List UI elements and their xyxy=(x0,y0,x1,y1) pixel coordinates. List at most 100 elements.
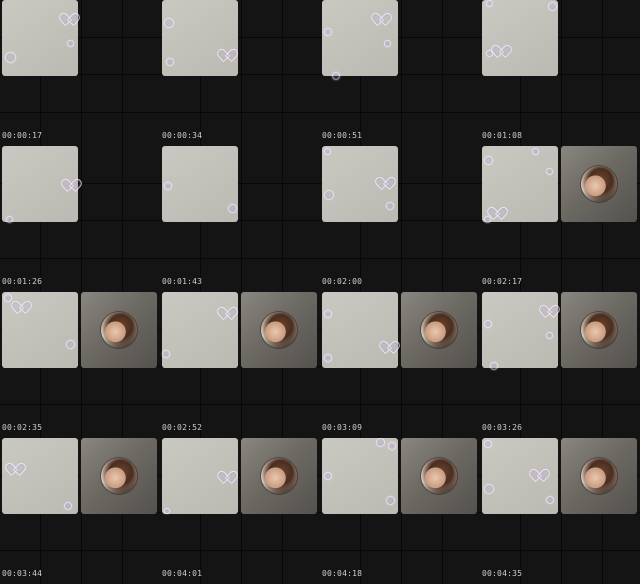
thumbnail-cell[interactable]: 00:00:34 xyxy=(160,0,320,146)
bubble-icon xyxy=(228,204,237,213)
thumbnail-cell[interactable]: 00:04:01 xyxy=(160,438,320,584)
background-tile xyxy=(242,367,282,404)
thumbnail-cell[interactable]: 00:01:08 xyxy=(480,0,640,146)
background-tile xyxy=(201,112,241,146)
bubble-icon xyxy=(162,350,170,358)
background-tile xyxy=(82,0,122,37)
background-tile xyxy=(41,513,81,550)
avatar xyxy=(421,312,457,348)
thumbnail-cell[interactable]: 00:02:52 xyxy=(160,292,320,438)
thumbnail-cell[interactable]: 00:02:35 xyxy=(0,292,160,438)
thumbnail-cell[interactable]: 00:00:17 xyxy=(0,0,160,146)
bubble-icon xyxy=(384,40,391,47)
background-tile xyxy=(443,258,480,292)
video-frame-thumbnail[interactable] xyxy=(322,292,398,368)
webcam-frame-thumbnail[interactable] xyxy=(241,438,317,514)
background-tile xyxy=(82,550,122,584)
bubble-icon xyxy=(4,294,12,302)
bubble-icon xyxy=(386,496,395,505)
webcam-frame-thumbnail[interactable] xyxy=(81,292,157,368)
background-tile xyxy=(603,0,640,37)
avatar xyxy=(261,458,297,494)
background-tile xyxy=(242,513,282,550)
background-tile xyxy=(402,112,442,146)
thumbnail-cell[interactable]: 00:03:09 xyxy=(320,292,480,438)
background-tile xyxy=(123,37,160,74)
background-tile xyxy=(443,550,480,584)
video-frame-thumbnail[interactable] xyxy=(162,292,238,368)
webcam-frame-thumbnail[interactable] xyxy=(401,438,477,514)
thumbnail-cell[interactable]: 00:04:35 xyxy=(480,438,640,584)
background-tile xyxy=(603,75,640,112)
background-tile xyxy=(402,550,442,584)
bubble-icon xyxy=(67,40,74,47)
timestamp-label: 00:03:44 xyxy=(2,569,43,578)
video-frame-thumbnail[interactable] xyxy=(2,438,78,514)
background-tile xyxy=(201,404,241,438)
background-tile xyxy=(603,112,640,146)
bubble-icon xyxy=(546,168,553,175)
background-tile xyxy=(443,221,480,258)
background-tile xyxy=(283,146,320,183)
video-frame-thumbnail[interactable] xyxy=(322,146,398,222)
video-frame-thumbnail[interactable] xyxy=(162,0,238,76)
background-tile xyxy=(603,221,640,258)
thumbnail-cell[interactable]: 00:02:00 xyxy=(320,146,480,292)
heart-bubble-icon xyxy=(542,300,554,311)
video-frame-thumbnail[interactable] xyxy=(2,146,78,223)
bubble-icon xyxy=(64,502,72,510)
webcam-frame-thumbnail[interactable] xyxy=(401,292,477,368)
video-frame-thumbnail[interactable] xyxy=(2,292,78,368)
background-tile xyxy=(480,221,520,258)
background-tile xyxy=(480,404,520,438)
background-tile xyxy=(160,367,200,404)
background-tile xyxy=(283,0,320,37)
background-tile xyxy=(242,37,282,74)
heart-bubble-icon xyxy=(220,466,232,477)
avatar xyxy=(421,458,457,494)
background-tile xyxy=(562,0,602,37)
timestamp-label: 00:02:52 xyxy=(162,423,203,432)
bubble-icon xyxy=(5,52,16,63)
video-frame-thumbnail[interactable] xyxy=(482,438,558,514)
timestamp-label: 00:04:01 xyxy=(162,569,203,578)
background-tile xyxy=(320,221,360,258)
video-frame-thumbnail[interactable] xyxy=(322,0,398,80)
background-tile xyxy=(480,258,520,292)
background-tile xyxy=(320,75,360,112)
thumbnail-cell[interactable]: 00:00:51 xyxy=(320,0,480,146)
background-tile xyxy=(562,258,602,292)
webcam-frame-thumbnail[interactable] xyxy=(81,438,157,514)
webcam-frame-thumbnail[interactable] xyxy=(561,146,637,222)
bubble-icon xyxy=(164,18,174,28)
background-tile xyxy=(0,367,40,404)
video-frame-thumbnail[interactable] xyxy=(322,438,398,514)
thumbnail-cell[interactable]: 00:03:44 xyxy=(0,438,160,584)
video-frame-thumbnail[interactable] xyxy=(482,292,558,370)
bubble-icon xyxy=(324,148,331,155)
background-tile xyxy=(242,221,282,258)
background-tile xyxy=(41,550,81,584)
video-frame-thumbnail[interactable] xyxy=(482,146,558,223)
background-tile xyxy=(41,258,81,292)
bubble-icon xyxy=(486,50,493,57)
thumbnail-cell[interactable]: 00:01:26 xyxy=(0,146,160,292)
background-tile xyxy=(82,75,122,112)
background-tile xyxy=(562,37,602,74)
webcam-frame-thumbnail[interactable] xyxy=(561,292,637,368)
webcam-frame-thumbnail[interactable] xyxy=(561,438,637,514)
thumbnail-cell[interactable]: 00:02:17 xyxy=(480,146,640,292)
video-frame-thumbnail[interactable] xyxy=(162,438,238,514)
background-tile xyxy=(0,258,40,292)
webcam-frame-thumbnail[interactable] xyxy=(241,292,317,368)
timestamp-label: 00:01:08 xyxy=(482,131,523,140)
background-tile xyxy=(361,513,401,550)
video-frame-thumbnail[interactable] xyxy=(2,0,78,76)
bubble-icon xyxy=(548,2,557,11)
video-frame-thumbnail[interactable] xyxy=(482,0,558,76)
thumbnail-cell[interactable]: 00:03:26 xyxy=(480,292,640,438)
video-frame-thumbnail[interactable] xyxy=(162,146,238,222)
thumbnail-cell[interactable]: 00:01:43 xyxy=(160,146,320,292)
background-tile xyxy=(521,404,561,438)
thumbnail-cell[interactable]: 00:04:18 xyxy=(320,438,480,584)
